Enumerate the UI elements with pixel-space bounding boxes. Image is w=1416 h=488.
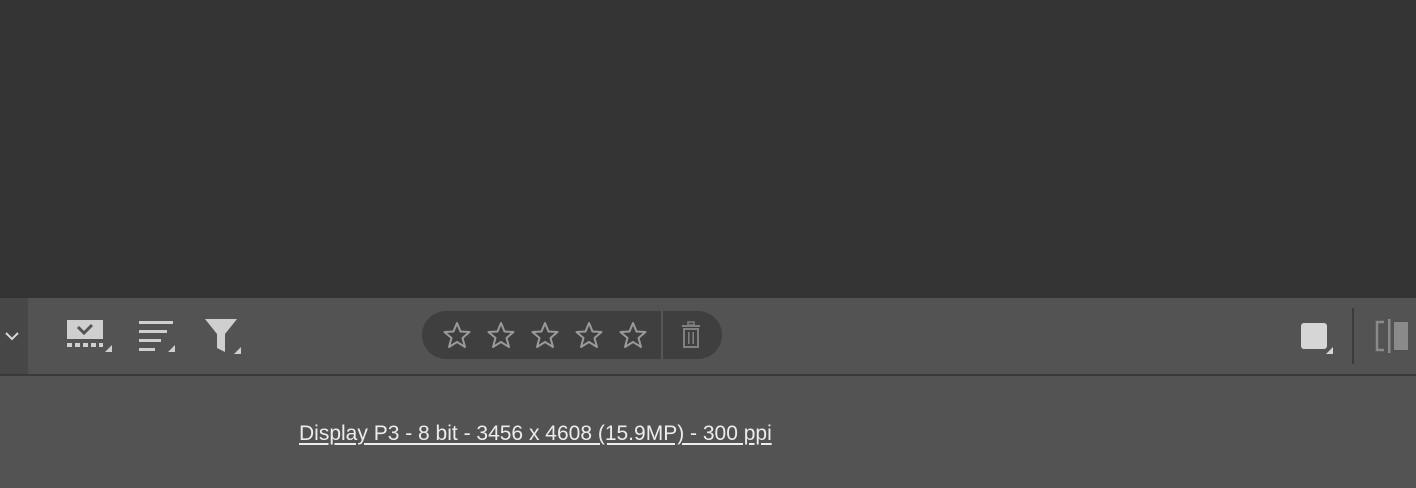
- image-info-link[interactable]: Display P3 - 8 bit - 3456 x 4608 (15.9MP…: [299, 422, 772, 446]
- star-icon-1[interactable]: [442, 321, 472, 349]
- rating-control: [422, 311, 722, 359]
- sort-tool-button[interactable]: [136, 316, 186, 356]
- checkmark-filmstrip-icon: [67, 320, 112, 352]
- funnel-icon: [205, 319, 241, 354]
- split-view-icon: [1375, 319, 1408, 353]
- star-icon-3[interactable]: [530, 321, 560, 349]
- star-icon-2[interactable]: [486, 321, 516, 349]
- filter-tool-button[interactable]: [202, 316, 252, 356]
- rating-separator: [661, 311, 663, 359]
- sort-lines-icon: [139, 321, 175, 352]
- select-tool-button[interactable]: [64, 316, 114, 356]
- collapse-button[interactable]: [0, 298, 28, 374]
- trash-icon[interactable]: [676, 321, 706, 349]
- image-canvas: [0, 0, 1416, 298]
- filmstrip-toolbar: [0, 298, 1416, 374]
- info-bar: Display P3 - 8 bit - 3456 x 4608 (15.9MP…: [0, 376, 1416, 488]
- square-icon: [1301, 323, 1333, 354]
- view-mode-button[interactable]: [1298, 316, 1338, 356]
- toolbar-separator: [1352, 308, 1354, 364]
- compare-button[interactable]: [1372, 316, 1412, 356]
- chevron-down-icon: [5, 332, 19, 341]
- star-icon-5[interactable]: [618, 321, 648, 349]
- star-icon-4[interactable]: [574, 321, 604, 349]
